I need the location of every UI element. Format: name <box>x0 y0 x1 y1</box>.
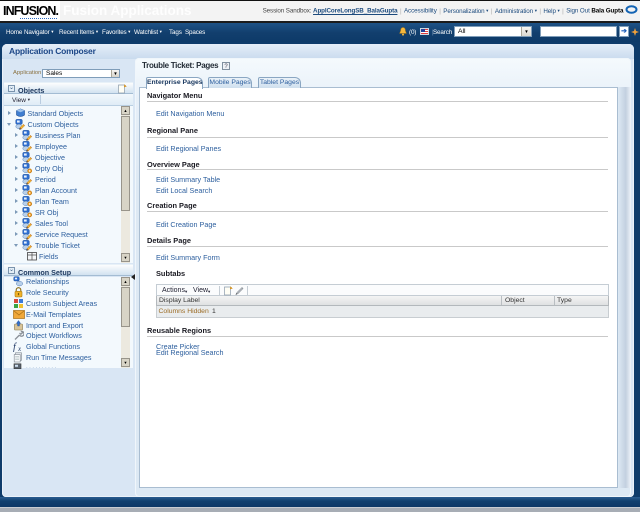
svg-text:f: f <box>13 342 17 352</box>
